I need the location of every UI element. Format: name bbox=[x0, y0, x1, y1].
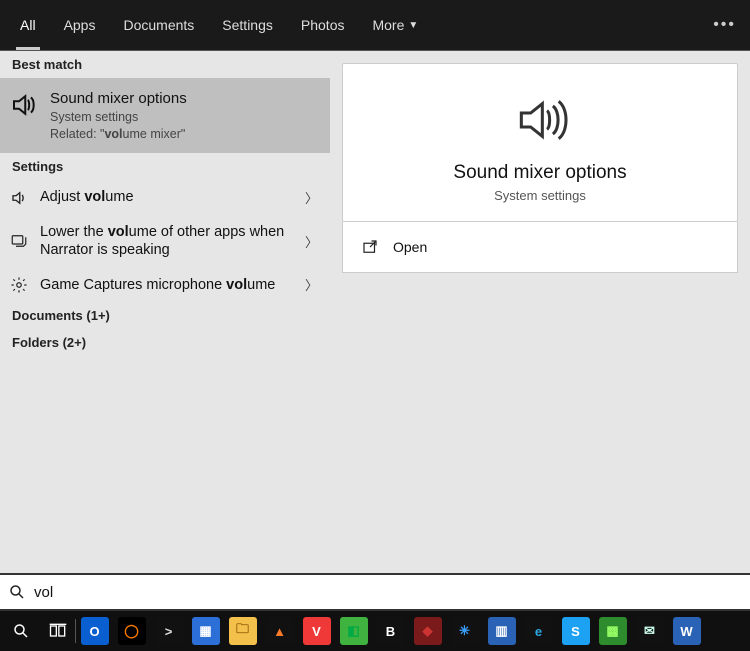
search-input[interactable] bbox=[34, 584, 742, 601]
greenshot-icon: ◧ bbox=[340, 617, 368, 645]
chevron-right-icon[interactable]: 〉 bbox=[305, 232, 318, 251]
tab-apps[interactable]: Apps bbox=[50, 0, 110, 50]
result-label: Lower the volume of other apps when Narr… bbox=[40, 223, 295, 259]
results-list: Best match Sound mixer options System se… bbox=[0, 51, 330, 573]
taskbar-app-blue-app[interactable]: ✳ bbox=[446, 611, 483, 651]
taskbar-app-mail[interactable]: ✉ bbox=[631, 611, 668, 651]
tab-more[interactable]: More ▼ bbox=[358, 0, 432, 50]
edge-icon: e bbox=[525, 617, 553, 645]
tab-settings[interactable]: Settings bbox=[208, 0, 287, 50]
speaker-icon bbox=[505, 92, 575, 148]
outlook-icon: O bbox=[81, 617, 109, 645]
everything-icon: ◯ bbox=[118, 617, 146, 645]
chevron-right-icon[interactable]: 〉 bbox=[305, 188, 318, 207]
blue-app-icon: ✳ bbox=[451, 617, 479, 645]
vlc-icon: ▲ bbox=[266, 617, 294, 645]
preview-title: Sound mixer options bbox=[453, 162, 626, 184]
related-prefix: Related: " bbox=[50, 127, 104, 141]
best-match-texts: Sound mixer options System settings Rela… bbox=[50, 90, 318, 141]
chevron-down-icon: ▼ bbox=[408, 20, 418, 31]
tab-label: Apps bbox=[64, 17, 96, 33]
speaker-icon bbox=[8, 90, 40, 141]
taskbar-app-word[interactable]: W bbox=[668, 611, 705, 651]
search-results-area: Best match Sound mixer options System se… bbox=[0, 50, 750, 573]
tab-label: Photos bbox=[301, 17, 345, 33]
panels-icon: ▥ bbox=[488, 617, 516, 645]
terminal-icon: > bbox=[155, 617, 183, 645]
taskbar-app-terminal[interactable]: > bbox=[150, 611, 187, 651]
best-match-result[interactable]: Sound mixer options System settings Rela… bbox=[0, 78, 330, 153]
taskbar-app-explorer[interactable]: 🗀 bbox=[224, 611, 261, 651]
taskbar-app-green2[interactable]: ▩ bbox=[594, 611, 631, 651]
word-icon: W bbox=[673, 617, 701, 645]
documents-header[interactable]: Documents (1+) bbox=[0, 302, 330, 329]
open-action[interactable]: Open bbox=[361, 230, 719, 264]
result-label: Game Captures microphone volume bbox=[40, 276, 295, 294]
preview-pane: Sound mixer options System settings Open bbox=[330, 51, 750, 573]
chevron-right-icon[interactable]: 〉 bbox=[305, 275, 318, 294]
tab-label: More bbox=[372, 17, 404, 33]
skype-icon: S bbox=[562, 617, 590, 645]
settings-header: Settings bbox=[0, 153, 330, 180]
taskbar-app-outlook[interactable]: O bbox=[76, 611, 113, 651]
explorer-icon: 🗀 bbox=[229, 617, 257, 645]
taskbar-app-bold-app[interactable]: B bbox=[372, 611, 409, 651]
taskbar-apps: O ◯ > ▦ 🗀 ▲ V ◧ B ◆ ✳ ▥ eS ▩ ✉ W bbox=[76, 611, 705, 651]
taskbar-app-greenshot[interactable]: ◧ bbox=[335, 611, 372, 651]
best-match-subtitle: System settings bbox=[50, 110, 318, 124]
taskbar-search-button[interactable] bbox=[2, 611, 39, 651]
calculator-icon: ▦ bbox=[192, 617, 220, 645]
open-label: Open bbox=[393, 239, 427, 255]
tab-documents[interactable]: Documents bbox=[109, 0, 208, 50]
search-icon bbox=[8, 583, 26, 601]
taskbar-app-panels[interactable]: ▥ bbox=[483, 611, 520, 651]
vivaldi-icon: V bbox=[303, 617, 331, 645]
taskbar-app-everything[interactable]: ◯ bbox=[113, 611, 150, 651]
speaker-icon bbox=[8, 189, 30, 207]
folders-header[interactable]: Folders (2+) bbox=[0, 329, 330, 356]
bold-app-icon: B bbox=[377, 617, 405, 645]
gear-icon bbox=[8, 276, 30, 294]
taskbar-app-edge[interactable]: e bbox=[520, 611, 557, 651]
green2-icon: ▩ bbox=[599, 617, 627, 645]
related-bold: vol bbox=[104, 127, 122, 141]
preview-card: Sound mixer options System settings bbox=[342, 63, 738, 222]
taskbar: O ◯ > ▦ 🗀 ▲ V ◧ B ◆ ✳ ▥ eS ▩ ✉ W bbox=[0, 611, 750, 651]
best-match-title: Sound mixer options bbox=[50, 90, 318, 107]
settings-result-game-captures[interactable]: Game Captures microphone volume 〉 bbox=[0, 267, 330, 302]
narrator-icon bbox=[8, 232, 30, 250]
taskbar-app-calculator[interactable]: ▦ bbox=[187, 611, 224, 651]
tab-photos[interactable]: Photos bbox=[287, 0, 359, 50]
red-app-icon: ◆ bbox=[414, 617, 442, 645]
open-icon bbox=[361, 238, 379, 256]
settings-result-adjust-volume[interactable]: Adjust volume 〉 bbox=[0, 180, 330, 215]
tab-all[interactable]: All bbox=[6, 0, 50, 50]
taskbar-app-red-app[interactable]: ◆ bbox=[409, 611, 446, 651]
preview-subtitle: System settings bbox=[494, 188, 586, 203]
search-bar bbox=[0, 573, 750, 611]
tab-label: Documents bbox=[123, 17, 194, 33]
best-match-header: Best match bbox=[0, 51, 330, 78]
result-label: Adjust volume bbox=[40, 188, 295, 206]
search-category-tabs: All Apps Documents Settings Photos More … bbox=[0, 0, 750, 50]
taskbar-app-skype[interactable]: S bbox=[557, 611, 594, 651]
taskbar-app-vlc[interactable]: ▲ bbox=[261, 611, 298, 651]
preview-actions: Open bbox=[342, 222, 738, 273]
overflow-menu-button[interactable]: ••• bbox=[713, 0, 736, 50]
task-view-button[interactable] bbox=[39, 611, 76, 651]
mail-icon: ✉ bbox=[636, 617, 664, 645]
taskbar-app-vivaldi[interactable]: V bbox=[298, 611, 335, 651]
best-match-related: Related: "volume mixer" bbox=[50, 127, 318, 141]
tab-label: Settings bbox=[222, 17, 273, 33]
tab-label: All bbox=[20, 17, 36, 33]
related-rest: ume mixer" bbox=[123, 127, 186, 141]
settings-result-narrator-volume[interactable]: Lower the volume of other apps when Narr… bbox=[0, 215, 330, 267]
